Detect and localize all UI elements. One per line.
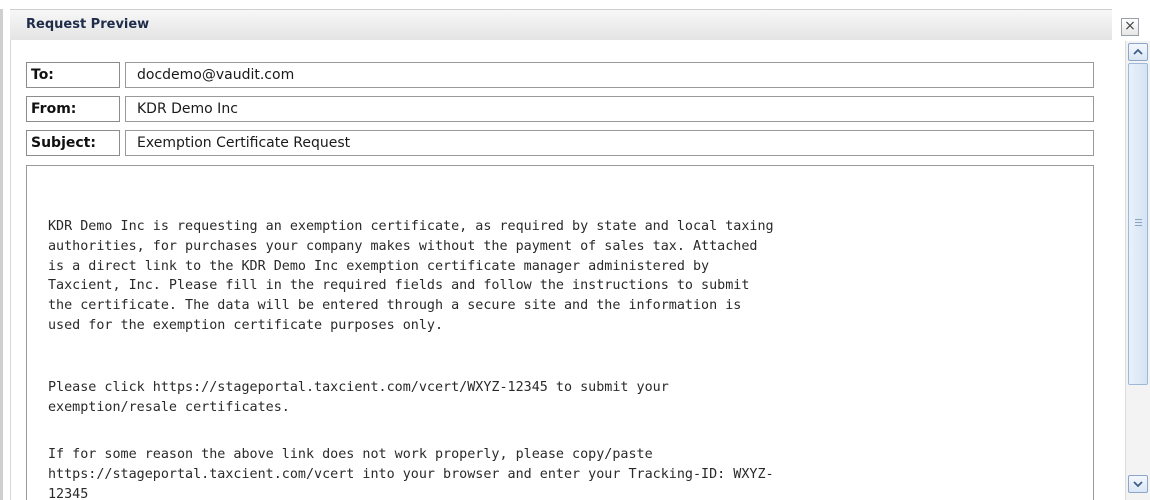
dialog-left-border [0, 9, 3, 500]
scroll-down-button[interactable] [1128, 475, 1148, 493]
from-field[interactable]: KDR Demo Inc [125, 96, 1094, 122]
scroll-thumb[interactable] [1128, 63, 1148, 385]
request-preview-dialog: Request Preview × To: docdemo@vaudit.com… [0, 0, 1150, 500]
subject-field[interactable]: Exemption Certificate Request [125, 130, 1094, 156]
from-label: From: [26, 96, 120, 122]
close-button[interactable]: × [1121, 18, 1139, 36]
to-field[interactable]: docdemo@vaudit.com [125, 62, 1094, 88]
chevron-down-icon [1133, 481, 1143, 488]
body-paragraph-intro: KDR Demo Inc is requesting an exemption … [48, 219, 774, 333]
chevron-up-icon [1133, 48, 1143, 55]
dialog-titlebar[interactable]: Request Preview [10, 9, 1112, 41]
subject-label: Subject: [26, 130, 120, 156]
body-paragraph-fallback: If for some reason the above link does n… [48, 447, 774, 500]
close-icon: × [1124, 18, 1136, 34]
body-paragraph-link: Please click https://stageportal.taxcien… [48, 380, 669, 415]
dialog-title: Request Preview [26, 17, 150, 32]
to-label: To: [26, 62, 120, 88]
grip-icon [1135, 219, 1142, 226]
message-body[interactable]: KDR Demo Inc is requesting an exemption … [26, 165, 1094, 500]
scroll-up-button[interactable] [1128, 43, 1148, 61]
vertical-scrollbar[interactable] [1125, 41, 1150, 500]
